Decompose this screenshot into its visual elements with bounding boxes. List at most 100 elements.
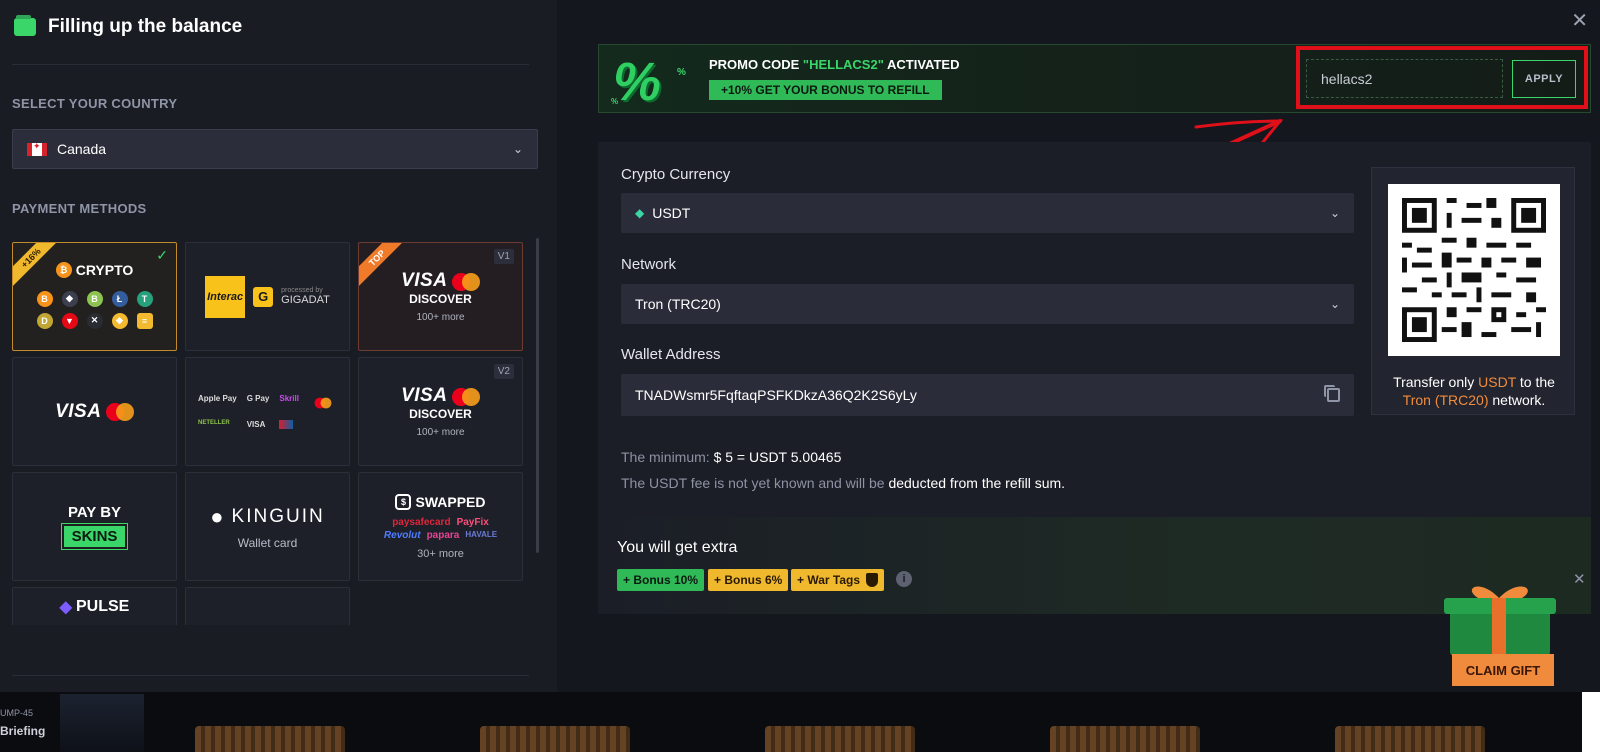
war-tags-label: + War Tags — [797, 573, 861, 587]
qr-panel: Transfer only USDT to the Tron (TRC20) n… — [1371, 167, 1575, 415]
payment-method-visa-mastercard[interactable]: VISA — [12, 357, 177, 466]
processed-by-label: processed by — [281, 286, 323, 294]
visa-mc-logos: VISA — [55, 401, 134, 423]
payment-method-empty[interactable] — [185, 587, 350, 625]
havale-logo: HAVALE — [465, 529, 498, 539]
methods-scrollbar[interactable] — [536, 238, 539, 553]
discover-logo: DISCOVER — [409, 407, 472, 421]
divider — [12, 64, 529, 65]
qr-note-text: to the — [1519, 374, 1555, 390]
promo-title: PROMO CODE "HELLACS2" ACTIVATED — [709, 57, 959, 72]
divider — [12, 675, 529, 676]
usdt-icon: T — [136, 290, 153, 307]
currency-value: USDT — [652, 205, 691, 221]
payment-method-swapped[interactable]: $ SWAPPED paysafecard PayFix Revolut pap… — [358, 472, 523, 581]
modal-header: Filling up the balance — [14, 14, 242, 40]
papara-logo: papara — [426, 529, 460, 541]
gigadat-g-icon: G — [253, 286, 274, 307]
bch-icon: B — [86, 290, 103, 307]
selected-check-icon: ✓ — [156, 247, 168, 263]
crypto-label: CRYPTO — [75, 261, 134, 278]
country-value: Canada — [57, 141, 107, 157]
payment-method-pulse[interactable]: ◆ PULSE — [12, 587, 177, 625]
swapped-logo: $ SWAPPED — [395, 493, 486, 510]
visa-logo: VISA — [55, 400, 102, 422]
minimum-prefix: The minimum: — [621, 449, 710, 465]
gift-close-icon[interactable]: ✕ — [1573, 570, 1586, 588]
gift-box-icon — [1444, 586, 1556, 656]
visa-logo: VISA — [401, 385, 448, 406]
ship-image — [480, 726, 630, 752]
interac-logo: Interac G processed by GIGADAT — [205, 275, 330, 318]
qr-code-pattern — [1402, 198, 1546, 342]
neteller-logo: NETELLER — [198, 420, 230, 426]
qr-note-coin: USDT — [1478, 374, 1516, 390]
network-value: Tron (TRC20) — [635, 296, 721, 312]
fee-bold: deducted from the refill sum. — [888, 475, 1066, 491]
kinguin-sub-label: Wallet card — [237, 535, 298, 550]
payment-method-interac[interactable]: Interac G processed by GIGADAT — [185, 242, 350, 351]
payment-method-kinguin[interactable]: ● KINGUIN Wallet card — [185, 472, 350, 581]
skins-logo: SKINS — [60, 522, 129, 550]
canada-flag-icon — [27, 141, 47, 156]
percent-sparkle-icon: % — [677, 67, 686, 78]
google-pay-logo: G Pay — [246, 394, 270, 403]
ltc-icon: Ł — [111, 290, 128, 307]
wallet-address-field[interactable]: TNADWsmr5FqftaqPSFKDkzA36Q2K2S6yLy — [621, 374, 1354, 416]
visa-logo: VISA — [401, 270, 448, 291]
payment-method-card-v1[interactable]: TOP V1 VISA DISCOVER 100+ more — [358, 242, 523, 351]
war-tags-badge: + War Tags — [791, 569, 885, 591]
bonus-6-badge: + Bonus 6% — [708, 569, 789, 591]
modal-title: Filling up the balance — [48, 16, 243, 37]
ship-image — [195, 726, 345, 752]
swapped-row-1: paysafecard PayFix — [392, 517, 489, 528]
wallet-label: Wallet Address — [621, 346, 721, 363]
network-label: Network — [621, 256, 677, 273]
mastercard-icon — [314, 397, 332, 409]
currency-select[interactable]: ◆ USDT ⌄ — [621, 193, 1354, 233]
background-game-strip: UMP-45 Briefing — [0, 692, 1600, 752]
revolut-logo: Revolut — [383, 529, 421, 541]
qr-note-network: Tron (TRC20) — [1402, 392, 1489, 408]
pulse-icon: ◆ — [59, 598, 72, 616]
chevron-down-icon: ⌄ — [1329, 297, 1340, 311]
penguin-icon: ● — [210, 503, 226, 529]
payment-section-label: PAYMENT METHODS — [12, 201, 147, 216]
payment-method-wallets[interactable]: Apple Pay G Pay Skrill NETELLER VISA — [185, 357, 350, 466]
payment-methods-grid: +16% ✓ ₿ CRYPTO B ◆ B Ł T D ▼ ✕ ◆ ≡ Inte… — [12, 242, 535, 625]
payment-method-pay-by-skins[interactable]: PAY BY SKINS — [12, 472, 177, 581]
doge-icon: D — [36, 312, 53, 329]
percent-sparkle-icon: % — [611, 97, 619, 106]
swapped-row-2: Revolut papara HAVALE — [384, 530, 497, 541]
tag-icon — [866, 573, 879, 587]
more-count: 100+ more — [416, 312, 465, 323]
strip-label: Briefing — [0, 724, 46, 738]
crypto-title: ₿ CRYPTO — [55, 261, 134, 278]
strip-code: UMP-45 — [0, 708, 34, 718]
ship-image — [765, 726, 915, 752]
skrill-logo: Skrill — [279, 394, 299, 403]
interac-logo-box: Interac — [205, 275, 246, 318]
left-panel: Filling up the balance SELECT YOUR COUNT… — [0, 0, 557, 692]
close-icon[interactable]: ✕ — [1571, 8, 1588, 33]
wallet-logos: Apple Pay G Pay Skrill NETELLER VISA — [198, 394, 337, 429]
promo-bonus-badge: +10% GET YOUR BONUS TO REFILL — [709, 80, 942, 100]
country-section-label: SELECT YOUR COUNTRY — [12, 96, 178, 111]
copy-icon[interactable] — [1324, 385, 1340, 402]
fee-prefix: The USDT fee is not yet known and will b… — [621, 475, 885, 491]
payment-method-card-v2[interactable]: V2 VISA DISCOVER 100+ more — [358, 357, 523, 466]
network-select[interactable]: Tron (TRC20) ⌄ — [621, 284, 1354, 324]
chevron-down-icon: ⌄ — [1329, 206, 1340, 220]
more-count: 30+ more — [417, 547, 464, 560]
claim-gift-button[interactable]: CLAIM GIFT — [1452, 654, 1554, 686]
promo-suffix: ACTIVATED — [887, 57, 960, 72]
percent-icon: % — [613, 52, 662, 112]
pay-by-label: PAY BY — [67, 503, 122, 521]
payment-method-crypto[interactable]: +16% ✓ ₿ CRYPTO B ◆ B Ł T D ▼ ✕ ◆ ≡ — [12, 242, 177, 351]
version-badge: V2 — [493, 364, 514, 379]
country-select[interactable]: Canada ⌄ — [12, 129, 538, 169]
info-icon[interactable]: i — [896, 571, 912, 587]
mastercard-icon — [451, 272, 480, 291]
fee-info: The USDT fee is not yet known and will b… — [621, 475, 1065, 491]
qr-note-text: network. — [1492, 392, 1546, 408]
